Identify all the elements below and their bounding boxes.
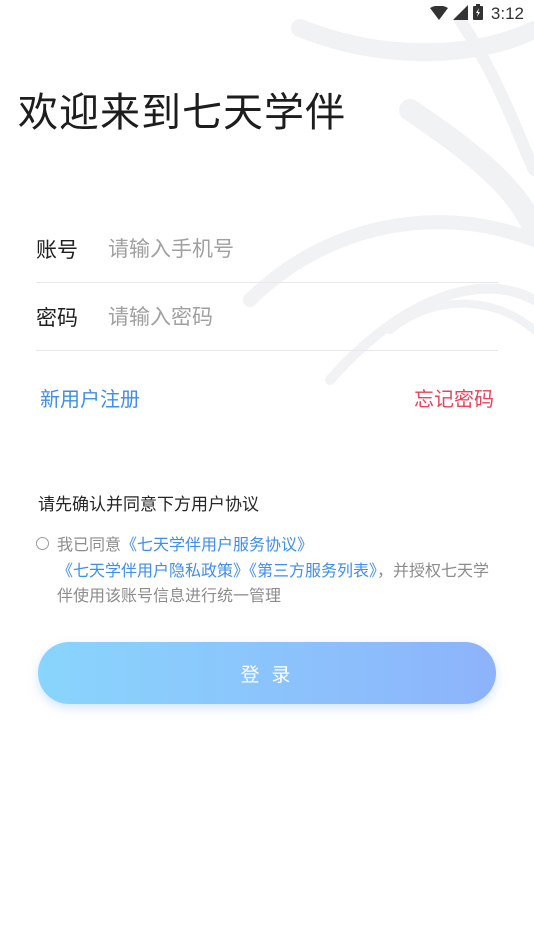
agreement-text: 我已同意《七天学伴用户服务协议》《七天学伴用户隐私政策》《第三方服务列表》，并授… (57, 532, 496, 609)
user-agreement-link[interactable]: 《七天学伴用户服务协议》 (121, 535, 313, 554)
status-time: 3:12 (490, 4, 524, 23)
agreement-row: 我已同意《七天学伴用户服务协议》《七天学伴用户隐私政策》《第三方服务列表》，并授… (36, 532, 496, 609)
account-field: 账号 (36, 216, 498, 283)
background-swirl-decoration (243, 14, 534, 385)
login-button[interactable]: 登 录 (38, 642, 496, 704)
status-bar: 3:12 (0, 0, 534, 28)
agreement-radio[interactable] (36, 537, 49, 550)
agreement-prefix: 我已同意 (57, 535, 122, 554)
page-title: 欢迎来到七天学伴 (18, 90, 346, 136)
battery-icon (472, 4, 483, 24)
signal-icon (452, 4, 468, 24)
register-link[interactable]: 新用户注册 (40, 383, 140, 412)
privacy-policy-link[interactable]: 《七天学伴用户隐私政策》 (57, 561, 249, 580)
password-input[interactable] (108, 305, 498, 329)
agreement-title: 请先确认并同意下方用户协议 (38, 495, 259, 515)
account-input[interactable] (108, 237, 498, 261)
forgot-password-link[interactable]: 忘记密码 (414, 383, 494, 412)
third-party-list-link[interactable]: 《第三方服务列表》 (249, 561, 377, 580)
password-label: 密码 (36, 306, 78, 330)
password-field: 密码 (36, 284, 498, 351)
account-label: 账号 (36, 238, 78, 262)
wifi-icon (429, 5, 448, 24)
